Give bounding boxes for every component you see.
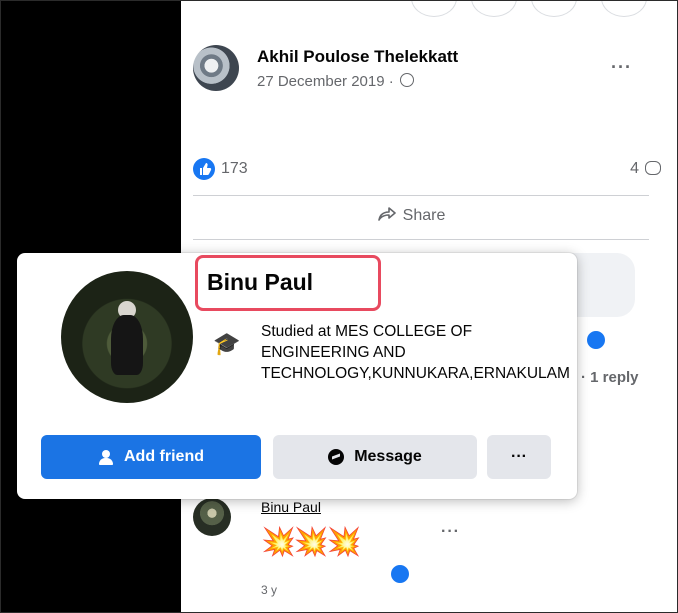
education-info: Studied at MES COLLEGE OF ENGINEERING AN… — [261, 323, 570, 382]
post-more-button[interactable]: ··· — [611, 57, 632, 78]
divider — [193, 239, 649, 240]
profile-hovercard: Binu Paul 🎓 Studied at MES COLLEGE OF EN… — [17, 253, 577, 499]
comment-count[interactable]: 4 — [630, 160, 639, 178]
top-action-circle[interactable] — [601, 1, 647, 17]
post-date-text: 27 December 2019 · — [257, 73, 398, 90]
more-options-button[interactable]: ··· — [487, 435, 551, 479]
comment-text: 💥💥💥 — [261, 526, 362, 557]
profile-avatar[interactable] — [61, 271, 193, 403]
reply-link[interactable]: · 1 reply — [581, 369, 639, 386]
post-author-avatar[interactable] — [193, 45, 239, 91]
comment-like-icon — [389, 563, 411, 585]
avatar-figure — [111, 315, 143, 375]
thumbs-up-icon — [193, 158, 215, 180]
profile-name[interactable]: Binu Paul — [207, 269, 313, 296]
screenshot-frame: Akhil Poulose Thelekkatt 27 December 201… — [0, 0, 678, 613]
messenger-icon — [328, 449, 345, 465]
top-action-circle[interactable] — [411, 1, 457, 17]
comment-icon — [645, 161, 661, 175]
comment-time[interactable]: 3 y — [261, 583, 277, 597]
post-author-name[interactable]: Akhil Poulose Thelekkatt — [257, 47, 458, 67]
message-button[interactable]: Message — [273, 435, 477, 479]
like-count[interactable]: 173 — [221, 160, 248, 178]
share-button[interactable]: Share — [331, 201, 491, 231]
share-label: Share — [402, 207, 446, 224]
add-friend-button[interactable]: Add friend — [41, 435, 261, 479]
globe-icon — [399, 73, 414, 87]
comment-like-icon — [585, 329, 607, 351]
comment-more-button[interactable]: ··· — [441, 523, 460, 541]
add-person-icon — [98, 450, 114, 465]
comment-author-avatar[interactable] — [193, 498, 231, 536]
message-label: Message — [354, 448, 422, 465]
graduation-cap-icon: 🎓 — [213, 331, 241, 356]
top-action-circle[interactable] — [531, 1, 577, 17]
add-friend-label: Add friend — [124, 448, 204, 465]
divider — [193, 195, 649, 196]
post-date[interactable]: 27 December 2019 · — [257, 73, 414, 90]
top-action-circle[interactable] — [471, 1, 517, 17]
share-arrow-icon — [377, 207, 396, 221]
comment-author-name[interactable]: Binu Paul — [261, 499, 321, 515]
